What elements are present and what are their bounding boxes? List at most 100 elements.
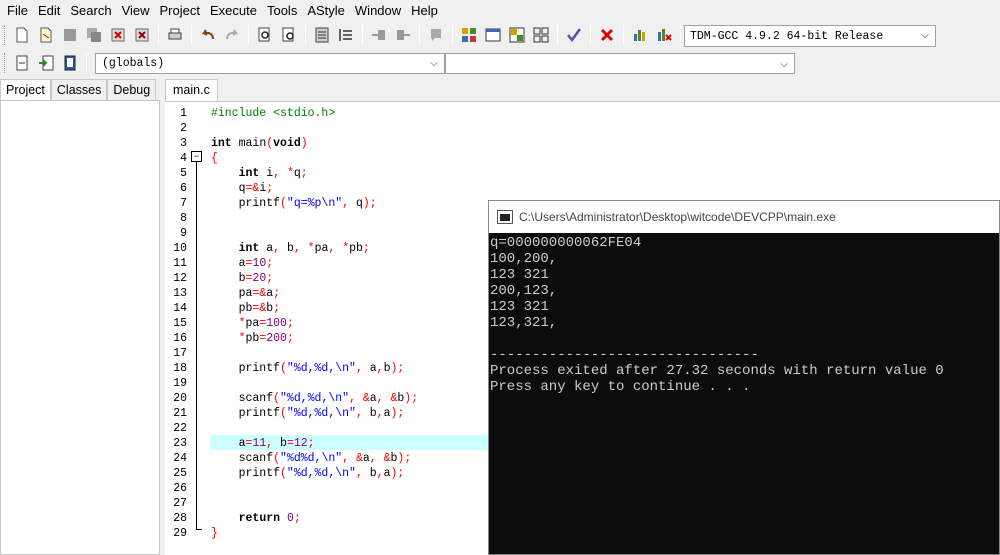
toolbar-grip[interactable] [4,25,7,45]
code-line[interactable]: pa=&a; [211,286,280,301]
line-number: 24 [173,452,187,465]
indent-icon[interactable] [368,24,390,46]
rebuild-icon[interactable] [530,24,552,46]
menu-tools[interactable]: Tools [262,0,302,22]
chevron-down-icon[interactable]: ⌵ [777,57,791,71]
menu-help[interactable]: Help [406,0,443,22]
toolbar-separator [419,25,420,45]
code-line[interactable]: *pa=100; [211,316,294,331]
toolbar-separator [623,25,624,45]
profile-icon[interactable] [653,24,675,46]
insert-icon[interactable] [11,52,33,74]
line-number: 10 [173,242,187,255]
code-line[interactable]: int main(void) [211,136,308,151]
chart-icon[interactable] [629,24,651,46]
compile-run-icon[interactable] [506,24,528,46]
line-number: 2 [180,122,187,135]
tab-classes[interactable]: Classes [50,79,108,100]
run-icon[interactable] [482,24,504,46]
console-app-icon [497,210,513,224]
compile-icon[interactable] [458,24,480,46]
menu-window[interactable]: Window [350,0,406,22]
code-line[interactable]: int i, *q; [211,166,308,181]
chevron-down-icon[interactable]: ⌵ [427,57,441,71]
open-file-icon[interactable] [35,24,57,46]
code-line[interactable]: int a, b, *pa, *pb; [211,241,370,256]
code-line[interactable]: a=11, b=12; [211,436,315,451]
code-line[interactable]: pb=&b; [211,301,280,316]
console-window[interactable]: C:\Users\Administrator\Desktop\witcode\D… [488,200,1000,555]
code-line[interactable]: printf("%d,%d,\n", b,a); [211,466,405,481]
code-line[interactable]: b=20; [211,271,274,286]
tab-project[interactable]: Project [0,79,51,101]
function-select[interactable]: ⌵ [445,53,795,74]
unindent-icon[interactable] [392,24,414,46]
line-number: 21 [173,407,187,420]
goto-line-icon[interactable] [311,24,333,46]
compiler-select[interactable]: TDM-GCC 4.9.2 64-bit Release ⌵ [684,25,936,47]
stop-icon[interactable] [596,24,618,46]
code-line[interactable]: { [211,151,218,166]
save-all-icon[interactable] [83,24,105,46]
code-line[interactable]: printf("%d,%d,\n", b,a); [211,406,405,421]
find-icon[interactable] [254,24,276,46]
line-number: 18 [173,362,187,375]
menu-file[interactable]: File [2,0,33,22]
fold-collapse-icon[interactable]: − [191,151,202,162]
toolbar-separator [158,25,159,45]
console-line: 200,123, [490,283,558,299]
line-number: 20 [173,392,187,405]
redo-icon[interactable] [221,24,243,46]
code-line[interactable]: #include <stdio.h> [211,106,335,121]
save-icon[interactable] [59,24,81,46]
menu-execute[interactable]: Execute [205,0,262,22]
fold-marker-line [196,162,197,529]
console-title: C:\Users\Administrator\Desktop\witcode\D… [519,210,836,224]
bookmark-icon[interactable] [59,52,81,74]
undo-icon[interactable] [197,24,219,46]
toolbar-separator [452,25,453,45]
line-number: 17 [173,347,187,360]
menu-search[interactable]: Search [65,0,116,22]
menu-project[interactable]: Project [155,0,205,22]
close-icon[interactable] [107,24,129,46]
replace-icon[interactable] [278,24,300,46]
console-titlebar[interactable]: C:\Users\Administrator\Desktop\witcode\D… [489,201,999,233]
editor-tabs: main.c [165,79,1000,101]
code-line[interactable]: a=10; [211,256,274,271]
new-file-icon[interactable] [11,24,33,46]
toolbar-separator [590,25,591,45]
menu-astyle[interactable]: AStyle [302,0,350,22]
line-number: 4 [180,152,187,165]
code-line[interactable]: scanf("%d,%d,\n", &a, &b); [211,391,419,406]
line-number: 12 [173,272,187,285]
class-select[interactable]: (globals) ⌵ [95,53,445,74]
console-output[interactable]: q=000000000062FE04 100,200, 123 321 200,123… [489,234,999,555]
tab-main-c[interactable]: main.c [165,79,218,101]
project-browser[interactable] [0,100,160,555]
line-number: 25 [173,467,187,480]
print-icon[interactable] [164,24,186,46]
code-line[interactable]: printf("%d,%d,\n", a,b); [211,361,405,376]
toolbar-grip[interactable] [4,53,7,73]
close-all-icon[interactable] [131,24,153,46]
chevron-down-icon[interactable]: ⌵ [918,29,932,43]
line-number: 28 [173,512,187,525]
code-line[interactable]: printf("q=%p\n", q); [211,196,377,211]
line-number: 22 [173,422,187,435]
code-line[interactable]: } [211,526,218,541]
console-line: 123,321, [490,315,558,331]
goto-function-icon[interactable] [335,24,357,46]
code-line[interactable]: *pb=200; [211,331,294,346]
code-line[interactable]: q=&i; [211,181,274,196]
tab-debug[interactable]: Debug [107,79,157,100]
code-line[interactable]: scanf("%d%d,\n", &a, &b); [211,451,412,466]
line-number: 16 [173,332,187,345]
add-to-project-icon[interactable] [35,52,57,74]
menu-view[interactable]: View [117,0,155,22]
syntax-check-icon[interactable] [563,24,585,46]
code-line[interactable]: return 0; [211,511,301,526]
toggle-comment-icon[interactable] [425,24,447,46]
menu-edit[interactable]: Edit [33,0,65,22]
